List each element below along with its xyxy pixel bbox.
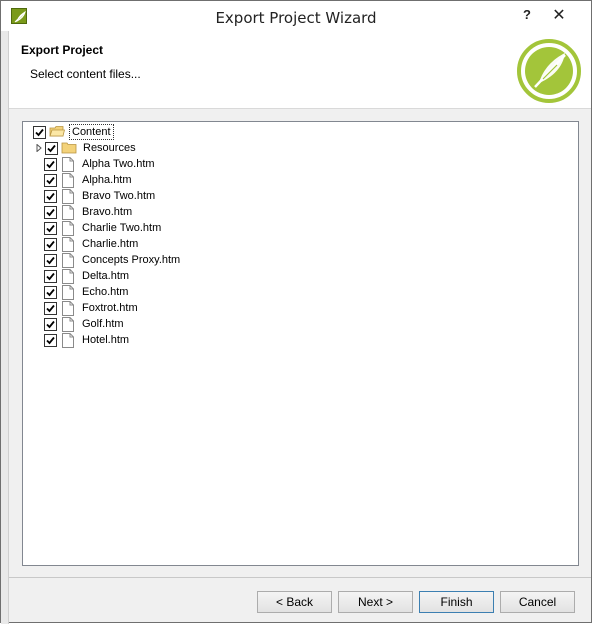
next-button[interactable]: Next > — [338, 591, 413, 613]
tree-item-file[interactable]: Delta.htm — [44, 268, 131, 284]
tree-item-label[interactable]: Echo.htm — [80, 285, 130, 299]
file-checkbox[interactable] — [44, 189, 57, 203]
finish-button[interactable]: Finish — [419, 591, 494, 613]
tree-item-label[interactable]: Foxtrot.htm — [80, 301, 140, 315]
tree-item-label[interactable]: Concepts Proxy.htm — [80, 253, 182, 267]
file-checkbox[interactable] — [44, 157, 57, 171]
file-checkbox[interactable] — [44, 205, 57, 219]
page-title: Export Project — [21, 43, 104, 57]
document-icon — [60, 156, 76, 172]
tree-item-label[interactable]: Alpha.htm — [80, 173, 134, 187]
cancel-button[interactable]: Cancel — [500, 591, 575, 613]
export-project-wizard-window: Export Project Wizard ? ✕ Export Project… — [0, 0, 592, 624]
document-icon — [60, 268, 76, 284]
tree-item-label[interactable]: Bravo.htm — [80, 205, 134, 219]
tree-item-label[interactable]: Golf.htm — [80, 317, 126, 331]
document-icon — [60, 252, 76, 268]
button-bar-divider — [9, 577, 591, 578]
document-icon — [60, 332, 76, 348]
document-icon — [60, 220, 76, 236]
document-icon — [60, 284, 76, 300]
tree-item-label[interactable]: Charlie.htm — [80, 237, 140, 251]
wizard-header: Export Project Select content files... — [9, 33, 591, 109]
tree-item-label[interactable]: Delta.htm — [80, 269, 131, 283]
tree-item-label[interactable]: Charlie Two.htm — [80, 221, 163, 235]
folder-open-icon — [49, 124, 65, 140]
file-checkbox[interactable] — [44, 253, 57, 267]
file-checkbox[interactable] — [44, 269, 57, 283]
file-checkbox[interactable] — [44, 317, 57, 331]
tree-item-file[interactable]: Echo.htm — [44, 284, 130, 300]
tree-item-file[interactable]: Bravo Two.htm — [44, 188, 157, 204]
background-window-edge — [1, 31, 9, 624]
close-button[interactable]: ✕ — [545, 7, 573, 27]
feather-logo-icon — [517, 39, 581, 103]
help-button[interactable]: ? — [519, 7, 535, 25]
document-icon — [60, 236, 76, 252]
file-checkbox[interactable] — [44, 173, 57, 187]
expand-arrow-icon[interactable] — [34, 140, 43, 156]
file-checkbox[interactable] — [44, 285, 57, 299]
resources-checkbox[interactable] — [45, 141, 58, 155]
tree-item-file[interactable]: Foxtrot.htm — [44, 300, 140, 316]
file-checkbox[interactable] — [44, 221, 57, 235]
content-files-tree[interactable]: Content Resources Alpha Two.htm Alpha.ht… — [22, 121, 579, 566]
tree-root-label[interactable]: Content — [69, 124, 114, 140]
tree-item-label[interactable]: Bravo Two.htm — [80, 189, 157, 203]
tree-item-file[interactable]: Charlie.htm — [44, 236, 140, 252]
tree-item-file[interactable]: Alpha.htm — [44, 172, 134, 188]
file-checkbox[interactable] — [44, 237, 57, 251]
page-subtitle: Select content files... — [30, 67, 141, 81]
tree-item-label[interactable]: Alpha Two.htm — [80, 157, 157, 171]
tree-root-row[interactable]: Content — [33, 124, 114, 140]
window-title: Export Project Wizard — [215, 9, 377, 27]
tree-item-file[interactable]: Charlie Two.htm — [44, 220, 163, 236]
tree-item-label[interactable]: Hotel.htm — [80, 333, 131, 347]
file-checkbox[interactable] — [44, 333, 57, 347]
back-button[interactable]: < Back — [257, 591, 332, 613]
tree-item-resources[interactable]: Resources — [34, 140, 138, 156]
file-checkbox[interactable] — [44, 301, 57, 315]
tree-item-file[interactable]: Bravo.htm — [44, 204, 134, 220]
document-icon — [60, 204, 76, 220]
folder-icon — [61, 140, 77, 156]
tree-item-file[interactable]: Golf.htm — [44, 316, 126, 332]
tree-item-label[interactable]: Resources — [81, 141, 138, 155]
root-checkbox[interactable] — [33, 125, 46, 139]
tree-item-file[interactable]: Alpha Two.htm — [44, 156, 157, 172]
tree-item-file[interactable]: Hotel.htm — [44, 332, 131, 348]
tree-item-file[interactable]: Concepts Proxy.htm — [44, 252, 182, 268]
document-icon — [60, 188, 76, 204]
title-bar[interactable]: Export Project Wizard ? ✕ — [1, 1, 591, 33]
document-icon — [60, 172, 76, 188]
document-icon — [60, 300, 76, 316]
document-icon — [60, 316, 76, 332]
